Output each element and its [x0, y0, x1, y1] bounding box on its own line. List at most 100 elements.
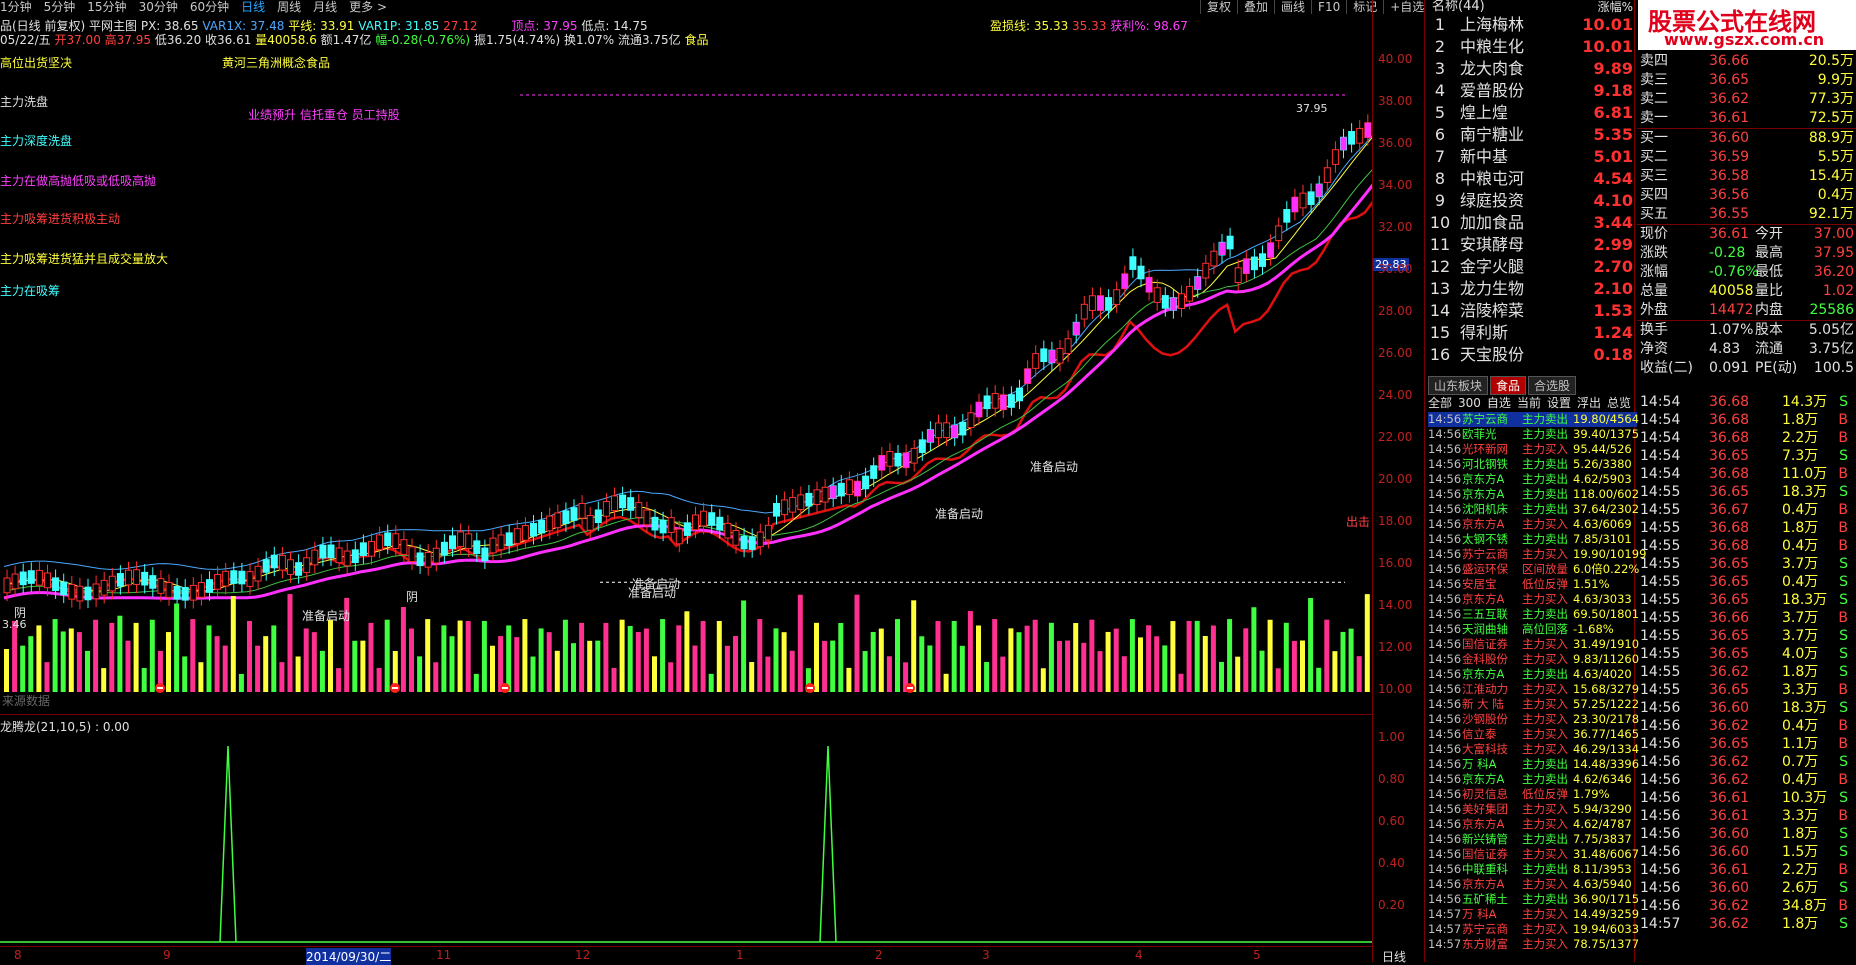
news-row[interactable]: 14:56 五矿稀土 主力卖出 36.90/1715 [1428, 892, 1639, 907]
sector-tab[interactable]: 山东板块 [1428, 376, 1489, 395]
news-row[interactable]: 14:56 京东方A 主力卖出 118.00/602 [1428, 487, 1639, 502]
rank-row[interactable]: 6 南宁糖业 5.35 [1428, 124, 1633, 146]
news-row[interactable]: 14:56 盛运环保 区间放量 6.0倍0.22% [1428, 562, 1639, 577]
tick-time: 14:54 [1640, 412, 1681, 428]
filter-tab[interactable]: 全部 [1428, 396, 1452, 410]
news-stock: 河北钢铁 [1462, 457, 1508, 471]
toolbar-button[interactable]: 叠加 [1237, 0, 1274, 14]
news-row[interactable]: 14:56 京东方A 主力买入 4.63/5940 [1428, 877, 1637, 892]
toolbar-button[interactable]: 复权 [1200, 0, 1237, 14]
news-row[interactable]: 14:56 京东方A 主力卖出 4.63/4020 [1428, 667, 1637, 682]
filter-tab[interactable]: 300 [1458, 396, 1481, 410]
news-row[interactable]: 14:56 三五互联 主力卖出 69.50/1801 [1428, 607, 1639, 622]
price-tick: 24.00 [1378, 388, 1413, 402]
toolbar-button[interactable]: F10 [1311, 0, 1346, 14]
news-row[interactable]: 14:56 京东方A 主力买入 4.63/3033 [1428, 592, 1637, 607]
toolbar-button[interactable]: 画线 [1274, 0, 1311, 14]
period-tab[interactable]: 15分钟 [87, 0, 126, 14]
rank-row[interactable]: 4 爱普股份 9.18 [1428, 80, 1633, 102]
news-row[interactable]: 14:56 京东方A 主力买入 4.63/6069 [1428, 517, 1637, 532]
sector-tab[interactable]: 食品 [1490, 376, 1527, 395]
daily-tab[interactable]: 日线 [1382, 948, 1406, 965]
rank-row[interactable]: 12 金字火腿 2.70 [1428, 256, 1633, 278]
news-detail: 15.68/3279 [1573, 682, 1640, 696]
news-row[interactable]: 14:56 太钢不锈 主力卖出 7.85/3101 [1428, 532, 1637, 547]
news-action: 低位反弹 [1522, 787, 1568, 801]
filter-tab[interactable]: 浮出 [1577, 396, 1601, 410]
rank-header-name[interactable]: 名称(44) [1432, 0, 1485, 14]
rank-row[interactable]: 16 天宝股份 0.18 [1428, 344, 1633, 366]
news-row[interactable]: 14:56 美好集团 主力买入 5.94/3290 [1428, 802, 1637, 817]
news-row[interactable]: 14:56 光环新网 主力买入 95.44/526 [1428, 442, 1637, 457]
news-row[interactable]: 14:56 信立泰 主力买入 36.77/1465 [1428, 727, 1639, 742]
news-time: 14:56 [1428, 517, 1462, 531]
filter-tab[interactable]: 总览 [1607, 396, 1631, 410]
period-tab[interactable]: 1分钟 [0, 0, 32, 14]
book-price: 36.62 [1709, 91, 1750, 107]
rank-number: 3 [1434, 59, 1446, 78]
tick-time: 14:55 [1640, 574, 1681, 590]
news-row[interactable]: 14:57 苏宁云商 主力买入 19.94/6033 [1428, 922, 1639, 937]
rank-row[interactable]: 1 上海梅林 10.01 [1428, 14, 1633, 36]
news-row[interactable]: 14:56 万 科A 主力卖出 14.48/3396 [1428, 757, 1639, 772]
news-row[interactable]: 14:56 苏宁云商 主力买入 19.90/10199 [1428, 547, 1646, 562]
news-row[interactable]: 14:56 沙钢股份 主力买入 23.30/2178 [1428, 712, 1639, 727]
news-time: 14:56 [1428, 607, 1462, 621]
period-tab[interactable]: 30分钟 [139, 0, 178, 14]
tick-row: 14:56 36.61 10.3万 S [1637, 789, 1856, 807]
tick-time: 14:56 [1640, 754, 1681, 770]
period-tab[interactable]: 5分钟 [44, 0, 76, 14]
news-row[interactable]: 14:56 金科股份 主力买入 9.83/11260 [1428, 652, 1639, 667]
rank-row[interactable]: 15 得利斯 1.24 [1428, 322, 1633, 344]
news-row[interactable]: 14:56 中联重科 主力卖出 8.11/3953 [1428, 862, 1637, 877]
rank-row[interactable]: 13 龙力生物 2.10 [1428, 278, 1633, 300]
v3533-value: 35.33 [1072, 19, 1107, 33]
sector-tab[interactable]: 合选股 [1528, 376, 1577, 395]
news-action: 主力卖出 [1522, 892, 1568, 906]
news-row[interactable]: 14:56 京东方A 主力卖出 4.62/6346 [1428, 772, 1637, 787]
news-row[interactable]: 14:56 初灵信息 低位反弹 1.79% [1428, 787, 1637, 802]
news-row[interactable]: 14:56 京东方A 主力买入 4.62/4787 [1428, 817, 1637, 832]
indicator-tick: 1.00 [1378, 730, 1405, 744]
news-row[interactable]: 14:56 江淮动力 主力买入 15.68/3279 [1428, 682, 1640, 697]
filter-tab[interactable]: 设置 [1547, 396, 1571, 410]
rank-row[interactable]: 9 绿庭投资 4.10 [1428, 190, 1633, 212]
toolbar-button[interactable]: 标记 [1346, 0, 1383, 14]
period-tab[interactable]: 周线 [277, 0, 301, 14]
filter-tab[interactable]: 自选 [1487, 396, 1511, 410]
news-row[interactable]: 14:56 国信证券 主力买入 31.48/6067 [1428, 847, 1639, 862]
tick-volume: 18.3万 [1782, 484, 1828, 500]
news-row[interactable]: 14:56 苏宁云商 主力卖出 19.80/4564 [1428, 412, 1639, 427]
news-row[interactable]: 14:56 京东方A 主力卖出 4.62/5903 [1428, 472, 1637, 487]
rank-row[interactable]: 10 加加食品 3.44 [1428, 212, 1633, 234]
rank-row[interactable]: 14 涪陵榨菜 1.53 [1428, 300, 1633, 322]
rank-row[interactable]: 7 新中基 5.01 [1428, 146, 1633, 168]
indicator-chart[interactable] [0, 716, 1372, 946]
book-price: 36.55 [1709, 206, 1750, 222]
rank-row[interactable]: 8 中粮屯河 4.54 [1428, 168, 1633, 190]
news-time: 14:56 [1428, 457, 1462, 471]
news-row[interactable]: 14:56 国信证券 主力买入 31.49/1910 [1428, 637, 1639, 652]
news-row[interactable]: 14:56 安居宝 低位反弹 1.51% [1428, 577, 1637, 592]
rank-row[interactable]: 5 煌上煌 6.81 [1428, 102, 1633, 124]
period-tab[interactable]: 日线 [241, 0, 265, 14]
news-row[interactable]: 14:56 新兴铸管 主力卖出 7.75/3837 [1428, 832, 1637, 847]
news-row[interactable]: 14:56 大富科技 主力买入 46.29/1334 [1428, 742, 1639, 757]
news-row[interactable]: 14:56 新 大 陆 主力买入 57.25/1222 [1428, 697, 1639, 712]
news-row[interactable]: 14:56 欧菲光 主力卖出 39.40/1375 [1428, 427, 1639, 442]
rank-row[interactable]: 2 中粮生化 10.01 [1428, 36, 1633, 58]
rank-header-change[interactable]: 涨幅% [1598, 0, 1633, 14]
period-tab[interactable]: 更多 > [349, 0, 387, 14]
period-tab[interactable]: 月线 [313, 0, 337, 14]
tick-time: 14:54 [1640, 394, 1681, 410]
rank-row[interactable]: 11 安琪酵母 2.99 [1428, 234, 1633, 256]
news-row[interactable]: 14:57 万 科A 主力买入 14.49/3259 [1428, 907, 1639, 922]
news-row[interactable]: 14:56 河北钢铁 主力卖出 5.26/3380 [1428, 457, 1637, 472]
news-row[interactable]: 14:56 天润曲轴 高位回落 -1.68% [1428, 622, 1637, 637]
news-row[interactable]: 14:56 沈阳机床 主力卖出 37.64/2302 [1428, 502, 1639, 517]
rank-row[interactable]: 3 龙大肉食 9.89 [1428, 58, 1633, 80]
period-tab[interactable]: 60分钟 [190, 0, 229, 14]
filter-tab[interactable]: 当前 [1517, 396, 1541, 410]
news-row[interactable]: 14:57 东方财富 主力买入 78.75/1377 [1428, 937, 1639, 952]
tick-volume: 14.3万 [1782, 394, 1828, 410]
